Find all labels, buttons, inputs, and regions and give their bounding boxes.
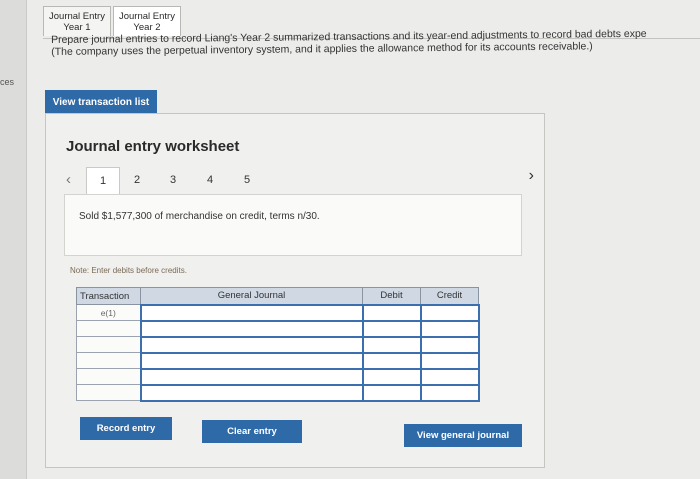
left-strip-label: ces (0, 77, 15, 87)
account-input[interactable] (139, 319, 364, 338)
header-credit: Credit (420, 287, 479, 305)
credit-input[interactable] (419, 351, 480, 370)
transaction-description: Sold $1,577,300 of merchandise on credit… (79, 211, 320, 222)
credit-input[interactable] (419, 383, 480, 402)
page-tab-2[interactable]: 2 (120, 167, 154, 195)
tab-year-1-line1: Journal Entry (49, 11, 105, 22)
debit-input[interactable] (361, 335, 422, 354)
transaction-cell: e(1) (76, 304, 141, 321)
chevron-right-icon[interactable]: › (529, 167, 534, 185)
tab-year-2-line2: Year 2 (133, 22, 161, 33)
table-row (76, 319, 480, 338)
left-strip: ces (0, 0, 27, 479)
table-row (76, 383, 480, 402)
credit-input[interactable] (419, 303, 480, 322)
tab-year-1[interactable]: Journal Entry Year 1 (43, 6, 111, 36)
transaction-description-box: Sold $1,577,300 of merchandise on credit… (64, 194, 522, 256)
entry-tabs: Journal Entry Year 1 Journal Entry Year … (43, 6, 181, 36)
header-debit: Debit (362, 287, 421, 305)
debit-input[interactable] (361, 351, 422, 370)
account-input[interactable] (139, 351, 364, 370)
tab-year-1-line2: Year 1 (63, 22, 91, 33)
view-transaction-list-button[interactable]: View transaction list (45, 90, 157, 114)
debit-input[interactable] (361, 383, 422, 402)
page-tab-1[interactable]: 1 (86, 167, 120, 195)
header-transaction: Transaction (76, 287, 141, 305)
record-entry-button[interactable]: Record entry (80, 417, 172, 440)
worksheet-title: Journal entry worksheet (66, 138, 240, 155)
clear-entry-button[interactable]: Clear entry (202, 420, 302, 443)
debit-input[interactable] (361, 303, 422, 322)
main-content: Journal Entry Year 1 Journal Entry Year … (27, 0, 700, 479)
credit-input[interactable] (419, 335, 480, 354)
transaction-cell (76, 336, 141, 353)
credit-input[interactable] (419, 319, 480, 338)
account-input[interactable] (139, 367, 364, 386)
transaction-cell (76, 368, 141, 385)
debit-input[interactable] (361, 319, 422, 338)
page-tab-5[interactable]: 5 (230, 167, 264, 195)
debit-input[interactable] (361, 367, 422, 386)
chevron-left-icon[interactable]: ‹ (66, 171, 71, 188)
account-input[interactable] (139, 383, 364, 402)
account-input[interactable] (139, 303, 364, 322)
page-tab-3[interactable]: 3 (156, 167, 190, 195)
transaction-cell (76, 352, 141, 369)
header-general-journal: General Journal (140, 287, 363, 305)
worksheet-pager: ‹ 1 2 3 4 5 › (66, 167, 534, 195)
transaction-cell (76, 384, 141, 401)
table-row (76, 335, 480, 354)
entry-note: Note: Enter debits before credits. (70, 266, 187, 275)
table-row (76, 367, 480, 386)
account-input[interactable] (139, 335, 364, 354)
transaction-cell (76, 320, 141, 337)
credit-input[interactable] (419, 367, 480, 386)
page-tab-4[interactable]: 4 (193, 167, 227, 195)
journal-entry-worksheet: Journal entry worksheet ‹ 1 2 3 4 5 › So… (45, 113, 545, 468)
table-header-row: Transaction General Journal Debit Credit (76, 287, 479, 305)
tab-year-2-line1: Journal Entry (118, 11, 175, 22)
tab-year-2[interactable]: Journal Entry Year 2 (112, 6, 181, 36)
table-row (76, 351, 480, 370)
view-general-journal-button[interactable]: View general journal (404, 424, 522, 447)
table-row: e(1) (76, 303, 480, 322)
journal-entry-table: Transaction General Journal Debit Credit… (76, 287, 480, 402)
